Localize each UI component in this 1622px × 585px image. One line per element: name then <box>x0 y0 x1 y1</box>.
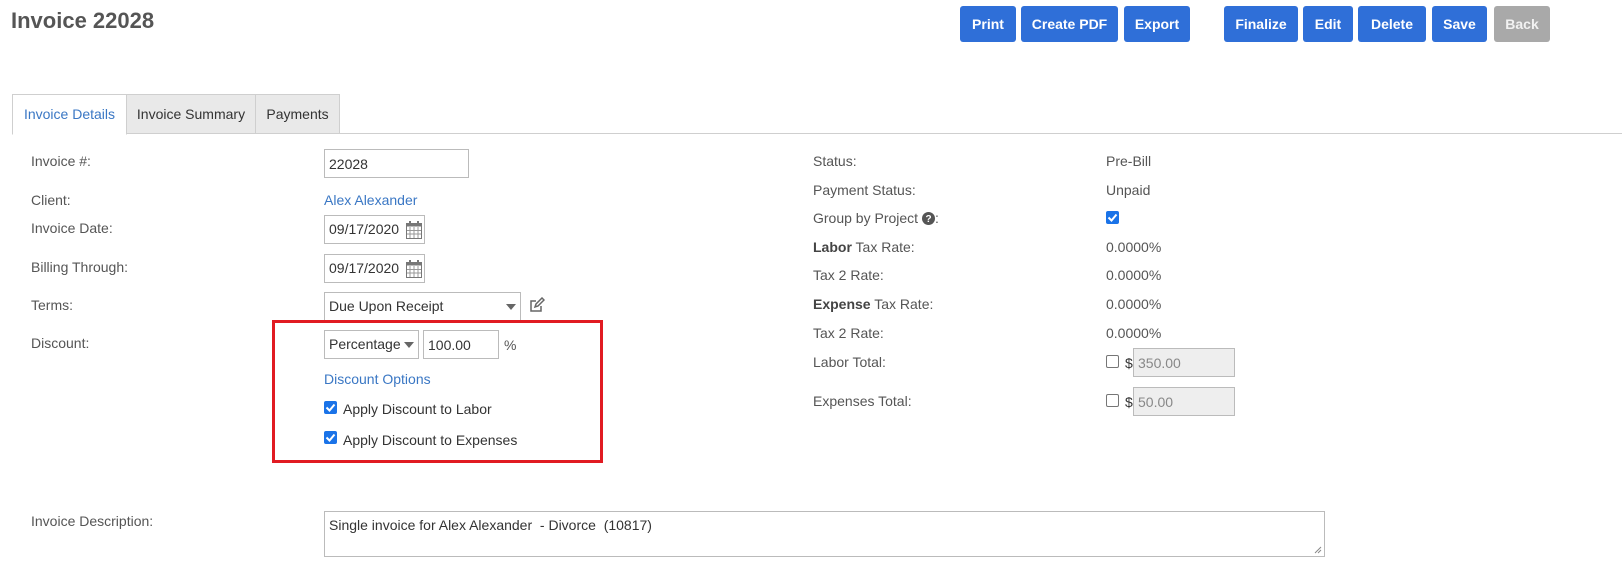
discount-type-select[interactable]: Percentage <box>324 330 419 359</box>
invoice-number-input[interactable] <box>324 149 469 178</box>
status-label: Status: <box>813 153 857 169</box>
invoice-number-label: Invoice #: <box>31 153 91 169</box>
edit-button[interactable]: Edit <box>1303 6 1353 42</box>
tab-invoice-summary[interactable]: Invoice Summary <box>126 94 256 134</box>
discount-options-link[interactable]: Discount Options <box>324 371 431 387</box>
invoice-date-label: Invoice Date: <box>31 220 113 236</box>
labor-total-currency: $ <box>1125 355 1133 371</box>
labor-tax-rate-text: Tax Rate: <box>851 239 915 255</box>
invoice-date-value: 09/17/2020 <box>329 221 400 237</box>
resize-handle-icon[interactable] <box>1314 546 1322 554</box>
labor-total-input[interactable] <box>1133 348 1235 377</box>
chevron-down-icon <box>404 342 414 348</box>
group-by-project-label: Group by Project ?: <box>813 210 939 226</box>
labor-total-checkbox[interactable] <box>1106 355 1119 368</box>
apply-discount-labor-label: Apply Discount to Labor <box>343 401 492 417</box>
help-icon[interactable]: ? <box>921 212 935 225</box>
terms-select[interactable]: Due Upon Receipt <box>324 292 521 321</box>
svg-text:?: ? <box>925 214 931 225</box>
labor-tax2-rate-value: 0.0000% <box>1106 267 1162 283</box>
checkmark-icon <box>1107 213 1118 222</box>
discount-unit: % <box>504 337 517 353</box>
client-link[interactable]: Alex Alexander <box>324 192 417 208</box>
expenses-total-checkbox[interactable] <box>1106 394 1119 407</box>
labor-tax-bold: Labor <box>813 239 852 255</box>
expense-tax-rate-label: Expense Tax Rate: <box>813 296 933 312</box>
expenses-total-label: Expenses Total: <box>813 393 912 409</box>
edit-icon[interactable] <box>529 297 545 313</box>
finalize-button[interactable]: Finalize <box>1224 6 1298 42</box>
expenses-total-currency: $ <box>1125 394 1133 410</box>
apply-discount-expenses-checkbox[interactable] <box>324 431 337 444</box>
discount-type-value: Percentage <box>329 336 401 352</box>
page-title: Invoice 22028 <box>11 8 155 33</box>
back-button[interactable]: Back <box>1494 6 1550 42</box>
labor-tax-rate-value: 0.0000% <box>1106 239 1162 255</box>
expense-tax-rate-value: 0.0000% <box>1106 296 1162 312</box>
tab-invoice-details[interactable]: Invoice Details <box>12 94 127 135</box>
status-value: Pre-Bill <box>1106 153 1152 169</box>
save-button[interactable]: Save <box>1432 6 1487 42</box>
terms-label: Terms: <box>31 297 73 313</box>
invoice-description-textarea[interactable]: Single invoice for Alex Alexander - Divo… <box>324 511 1325 557</box>
group-by-project-checkbox[interactable] <box>1106 211 1119 224</box>
apply-discount-expenses-label: Apply Discount to Expenses <box>343 432 518 448</box>
billing-through-value: 09/17/2020 <box>329 260 400 276</box>
delete-button[interactable]: Delete <box>1358 6 1426 42</box>
expenses-total-input[interactable] <box>1133 387 1235 416</box>
invoice-date-field[interactable]: 09/17/2020 <box>324 215 425 244</box>
group-by-project-text: Group by Project <box>813 210 919 226</box>
expense-tax2-rate-label: Tax 2 Rate: <box>813 325 884 341</box>
billing-through-field[interactable]: 09/17/2020 <box>324 254 425 283</box>
print-button[interactable]: Print <box>960 6 1016 42</box>
calendar-icon[interactable] <box>406 221 422 239</box>
labor-total-label: Labor Total: <box>813 354 886 370</box>
payment-status-label: Payment Status: <box>813 182 916 198</box>
expense-tax-bold: Expense <box>813 296 871 312</box>
payment-status-value: Unpaid <box>1106 182 1151 198</box>
terms-selected-value: Due Upon Receipt <box>329 298 444 314</box>
chevron-down-icon <box>506 304 516 310</box>
expense-tax-rate-text: Tax Rate: <box>870 296 934 312</box>
invoice-description-label: Invoice Description: <box>31 513 154 529</box>
apply-discount-labor-checkbox[interactable] <box>324 401 337 414</box>
tab-payments[interactable]: Payments <box>255 94 340 134</box>
checkmark-icon <box>325 403 336 412</box>
discount-value-input[interactable] <box>423 330 499 359</box>
labor-tax2-rate-label: Tax 2 Rate: <box>813 267 884 283</box>
discount-label: Discount: <box>31 335 90 351</box>
expense-tax2-rate-value: 0.0000% <box>1106 325 1162 341</box>
invoice-description-text: Single invoice for Alex Alexander - Divo… <box>329 517 652 533</box>
create-pdf-button[interactable]: Create PDF <box>1021 6 1118 42</box>
client-label: Client: <box>31 192 71 208</box>
labor-tax-rate-label: Labor Tax Rate: <box>813 239 915 255</box>
export-button[interactable]: Export <box>1124 6 1190 42</box>
billing-through-label: Billing Through: <box>31 259 129 275</box>
calendar-icon[interactable] <box>406 260 422 278</box>
checkmark-icon <box>325 433 336 442</box>
